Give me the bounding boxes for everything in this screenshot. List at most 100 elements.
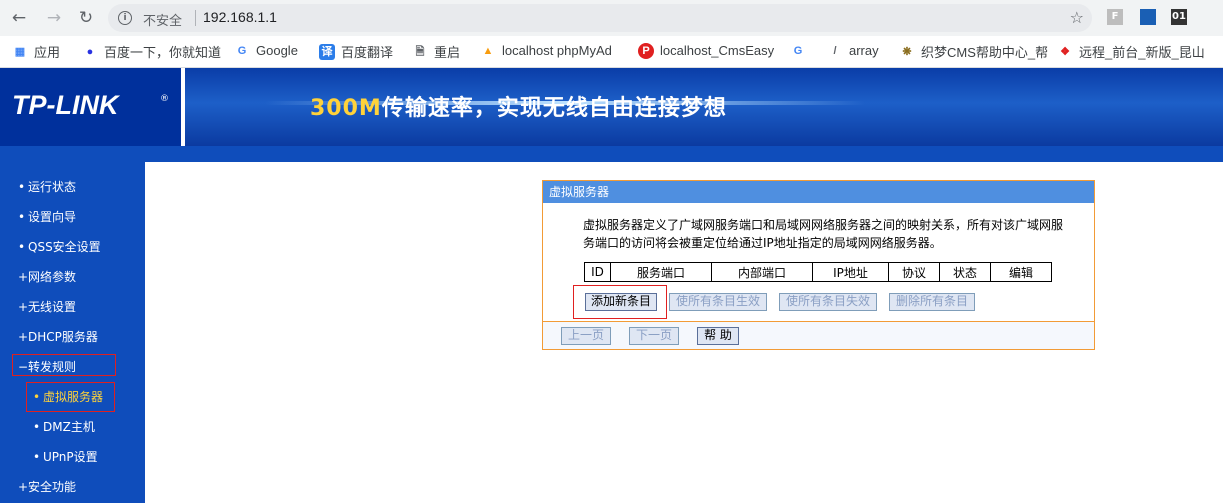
- bullet-icon: •: [18, 240, 26, 254]
- bookmark-remote[interactable]: ❖ 远程_前台_新版_昆山: [1057, 42, 1205, 60]
- col-status: 状态: [939, 262, 991, 282]
- bookmark-cmseasy[interactable]: Plocalhost_CmsEasy: [638, 42, 774, 60]
- virtual-server-panel: 虚拟服务器 虚拟服务器定义了广域网服务端口和局域网网络服务器之间的映射关系，所有…: [542, 180, 1095, 350]
- sidebar-item-label: DHCP服务器: [28, 330, 98, 344]
- header-banner: 300M传输速率，实现无线自由连接梦想: [185, 68, 1223, 146]
- extension-translate-icon[interactable]: [1140, 9, 1156, 25]
- sidebar-item-label: 无线设置: [28, 300, 77, 314]
- phpmyadmin-icon: ▲: [482, 44, 494, 57]
- extension-01-icon[interactable]: 01: [1171, 9, 1187, 25]
- forwarding-highlight-box: [12, 354, 116, 376]
- translate-icon: 译: [319, 43, 335, 60]
- p-circle-icon: P: [638, 42, 654, 59]
- plus-icon: +: [18, 480, 29, 494]
- sidebar-item-label: 安全功能: [28, 480, 77, 494]
- add-new-entry-button[interactable]: 添加新条目: [585, 293, 657, 311]
- bookmark-label: 远程_前台_新版_昆山: [1079, 45, 1205, 60]
- col-edit: 编辑: [990, 262, 1052, 282]
- bookmark-label: localhost phpMyAd: [502, 43, 612, 59]
- help-button[interactable]: 帮 助: [697, 327, 739, 345]
- bookmark-label: 百度翻译: [341, 45, 394, 60]
- panel-description: 虚拟服务器定义了广域网服务端口和局域网网络服务器之间的映射关系，所有对该广域网服…: [583, 218, 1064, 250]
- dedecms-icon: ❋: [902, 45, 912, 58]
- sidebar-item-security[interactable]: +安全功能: [18, 478, 76, 495]
- col-id: ID: [584, 262, 611, 282]
- page-icon: 🗎: [415, 45, 425, 58]
- back-arrow-icon[interactable]: ←: [9, 8, 29, 28]
- star-icon[interactable]: ☆: [1070, 8, 1084, 27]
- enable-all-button[interactable]: 使所有条目生效: [669, 293, 767, 311]
- bookmark-restart[interactable]: 🗎 重启: [412, 42, 460, 60]
- tp-link-logo: TP-LINK: [12, 90, 119, 120]
- bullet-icon: •: [33, 420, 41, 434]
- google-g-icon: G: [237, 44, 247, 57]
- bookmark-label: 重启: [434, 45, 461, 60]
- logo-area: TP-LINK ®: [0, 68, 185, 146]
- google-g-icon: G: [793, 44, 803, 57]
- table-header-row: ID 服务端口 内部端口 IP地址 协议 状态 编辑: [584, 262, 1052, 282]
- sidebar-item-network[interactable]: +网络参数: [18, 268, 76, 285]
- router-header: TP-LINK ® 300M传输速率，实现无线自由连接梦想: [0, 68, 1223, 146]
- panel-footer: 上一页 下一页 帮 助: [543, 322, 1094, 349]
- bookmark-phpmyadmin[interactable]: ▲ localhost phpMyAd: [480, 42, 612, 60]
- url-separator: [195, 10, 196, 26]
- plus-icon: +: [18, 270, 29, 284]
- plus-icon: +: [18, 330, 29, 344]
- url-text[interactable]: 192.168.1.1: [203, 9, 277, 25]
- info-icon[interactable]: i: [118, 11, 132, 25]
- forward-arrow-icon[interactable]: →: [44, 8, 64, 28]
- slogan-highlight: 300M: [310, 96, 382, 121]
- sidebar-sub-upnp[interactable]: • UPnP设置: [33, 448, 98, 465]
- virtual-server-highlight-box: [26, 382, 115, 412]
- diamond-icon: ❖: [1060, 45, 1070, 58]
- next-page-button[interactable]: 下一页: [629, 327, 679, 345]
- bookmark-google[interactable]: G Google: [234, 42, 298, 60]
- header-bottom-bar: [0, 146, 1223, 162]
- address-bar[interactable]: i 不安全 192.168.1.1 ☆: [108, 4, 1092, 32]
- panel-title: 虚拟服务器: [543, 181, 1094, 203]
- sidebar-item-dhcp[interactable]: +DHCP服务器: [18, 328, 98, 345]
- sidebar-item-qss[interactable]: • QSS安全设置: [18, 238, 101, 255]
- bookmark-label: 织梦CMS帮助中心_帮: [921, 45, 1049, 60]
- disable-all-button[interactable]: 使所有条目失效: [779, 293, 877, 311]
- registered-mark: ®: [160, 94, 169, 104]
- bookmark-apps[interactable]: ▦ 应用: [12, 42, 60, 60]
- sidebar-item-label: UPnP设置: [43, 450, 98, 464]
- sidebar-item-status[interactable]: • 运行状态: [18, 178, 76, 195]
- reload-icon[interactable]: ↻: [76, 8, 96, 28]
- sidebar-item-wireless[interactable]: +无线设置: [18, 298, 76, 315]
- virtual-server-table: ID 服务端口 内部端口 IP地址 协议 状态 编辑: [584, 262, 1052, 282]
- delete-all-button[interactable]: 删除所有条目: [889, 293, 975, 311]
- sidebar-item-wizard[interactable]: • 设置向导: [18, 208, 76, 225]
- bookmarks-bar: ▦ 应用 ● 百度一下，你就知道 G Google 译百度翻译 🗎 重启 ▲ localh…: [0, 36, 1223, 68]
- bookmark-label: localhost_CmsEasy: [660, 43, 775, 59]
- not-secure-label: 不安全: [143, 14, 183, 29]
- bullet-icon: •: [33, 450, 41, 464]
- sidebar-item-label: QSS安全设置: [28, 240, 101, 254]
- bookmark-google-2[interactable]: G: [790, 42, 812, 60]
- bookmark-baidu[interactable]: ● 百度一下，你就知道: [82, 42, 221, 60]
- plus-icon: +: [18, 300, 29, 314]
- bookmark-label: array: [849, 43, 879, 59]
- bookmark-array[interactable]: / array: [827, 42, 879, 60]
- slash-icon: /: [833, 44, 837, 57]
- apps-grid-icon: ▦: [14, 45, 26, 58]
- sidebar-item-label: DMZ主机: [43, 420, 95, 434]
- col-internal-port: 内部端口: [711, 262, 813, 282]
- slogan-text: 传输速率，实现无线自由连接梦想: [381, 96, 727, 121]
- baidu-paw-icon: ●: [86, 45, 94, 58]
- bookmark-translate[interactable]: 译百度翻译: [319, 42, 393, 60]
- bullet-icon: •: [18, 180, 26, 194]
- sidebar-item-label: 网络参数: [28, 270, 77, 284]
- col-protocol: 协议: [888, 262, 940, 282]
- prev-page-button[interactable]: 上一页: [561, 327, 611, 345]
- bookmark-label: 百度一下，你就知道: [104, 45, 222, 60]
- bookmark-label: Google: [256, 43, 298, 59]
- col-ip-address: IP地址: [812, 262, 889, 282]
- bookmark-dedecms[interactable]: ❋ 织梦CMS帮助中心_帮: [899, 42, 1048, 60]
- bullet-icon: •: [18, 210, 26, 224]
- bookmark-label: 应用: [34, 45, 61, 60]
- sidebar-sub-dmz[interactable]: • DMZ主机: [33, 418, 95, 435]
- sidebar-item-label: 运行状态: [28, 180, 77, 194]
- extension-f-icon[interactable]: F: [1107, 9, 1123, 25]
